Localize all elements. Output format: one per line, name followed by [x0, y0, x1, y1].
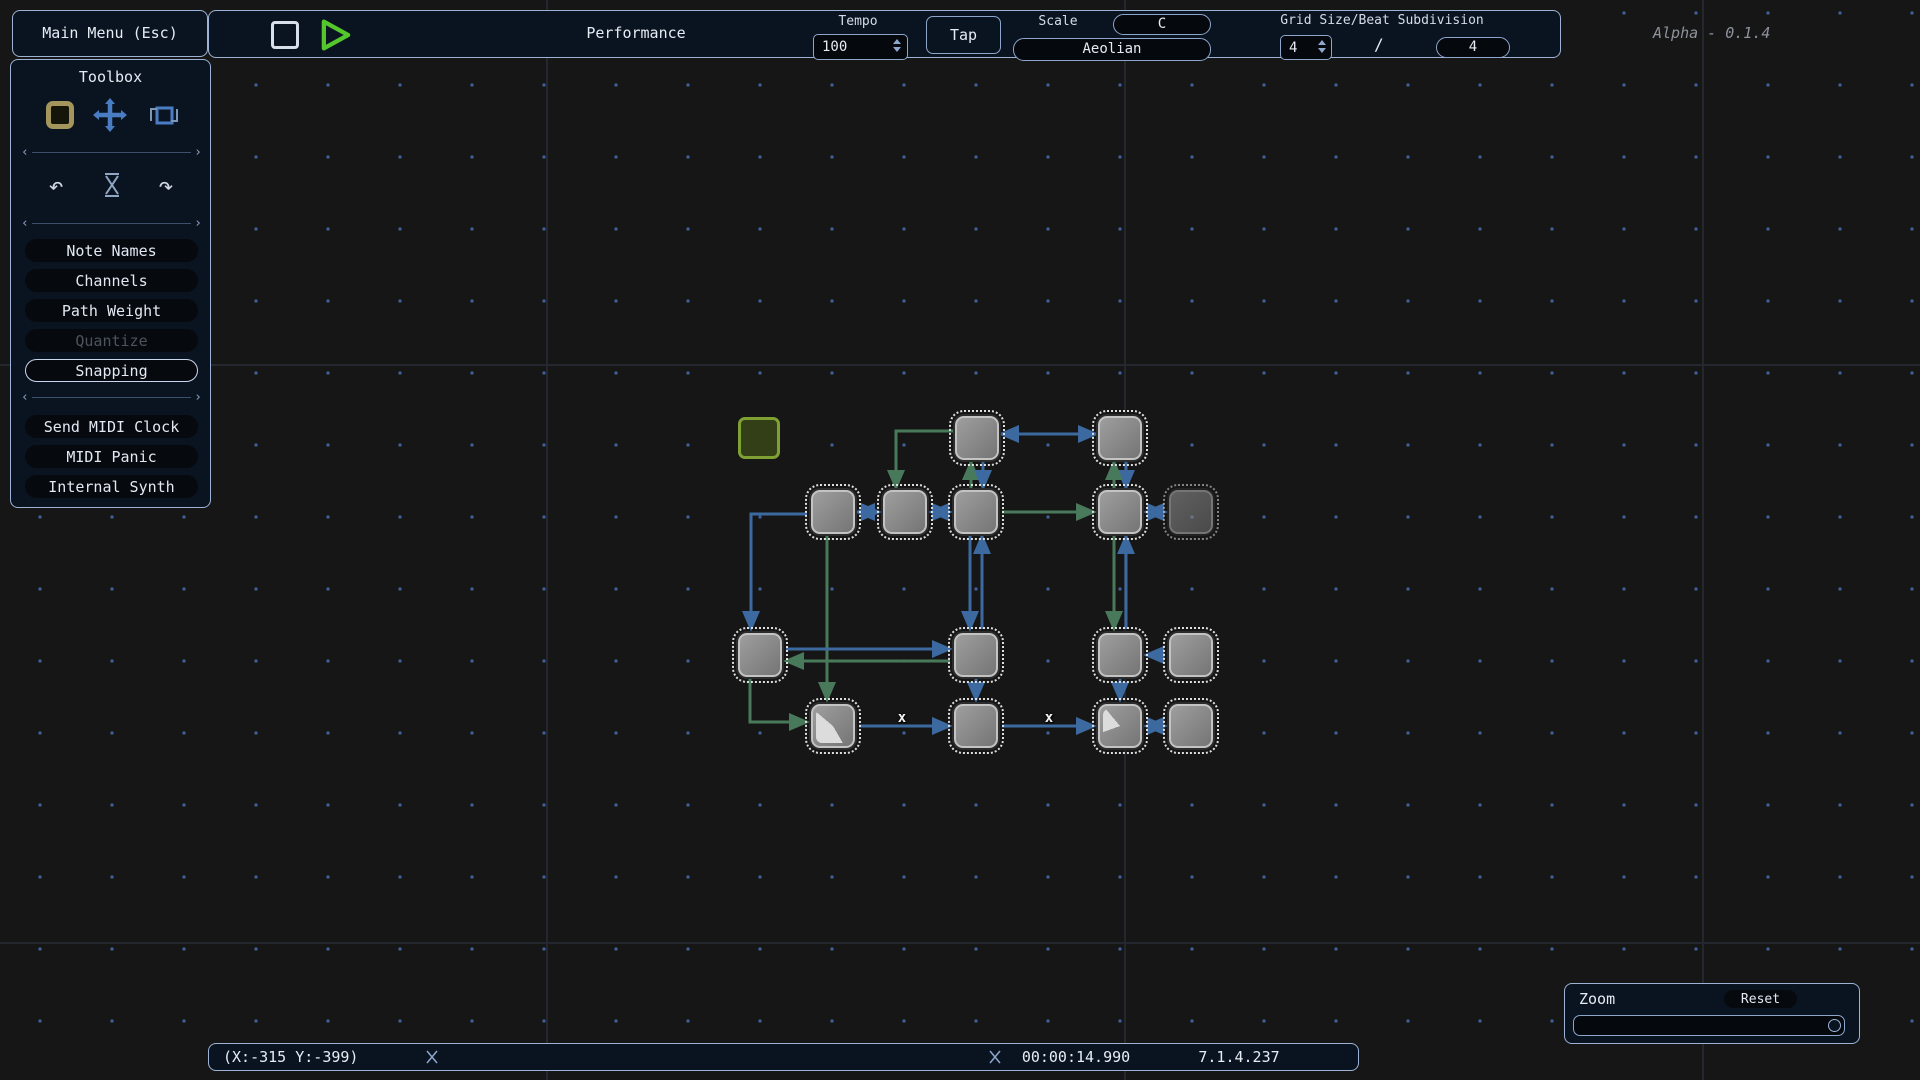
tempo-spinner-up-icon[interactable]: [893, 39, 901, 44]
toolbox-divider[interactable]: ‹ ›: [21, 146, 202, 158]
cursor-coordinates: (X:-315 Y:-399): [223, 1048, 358, 1066]
undo-icon[interactable]: ↶: [38, 167, 74, 203]
toggle-channels[interactable]: Channels: [25, 269, 198, 292]
toggle-note-names[interactable]: Note Names: [25, 239, 198, 262]
status-bar: (X:-315 Y:-399) 00:00:14.990 7.1.4.237: [208, 1043, 1359, 1071]
toolbox-divider[interactable]: ‹ ›: [21, 391, 202, 403]
divider-line: [32, 397, 191, 398]
redo-icon[interactable]: ↷: [148, 167, 184, 203]
main-menu-button[interactable]: Main Menu (Esc): [12, 10, 208, 57]
grid-spinner-down-icon[interactable]: [1318, 48, 1326, 53]
split-icon[interactable]: [94, 167, 130, 203]
split-glyph: [100, 171, 124, 199]
redo-glyph: ↷: [158, 173, 173, 198]
tempo-label: Tempo: [818, 14, 898, 29]
divider-right-chevron-icon: ›: [194, 390, 202, 405]
edge-repeat-label: x: [1045, 710, 1053, 726]
tempo-spinner[interactable]: [893, 39, 901, 52]
toggle-snapping[interactable]: Snapping: [25, 359, 198, 382]
scale-mode-select[interactable]: Aeolian: [1013, 38, 1211, 61]
send-midi-clock-button[interactable]: Send MIDI Clock: [25, 415, 198, 438]
mode-label: Performance: [561, 24, 711, 42]
zoom-label: Zoom: [1579, 990, 1615, 1008]
divider-line: [32, 152, 191, 153]
transform-tool-glyph: [147, 98, 181, 132]
grid-size-label: Grid Size/Beat Subdivision: [1252, 13, 1512, 28]
zoom-slider[interactable]: [1573, 1015, 1845, 1036]
zoom-reset-button[interactable]: Reset: [1724, 990, 1797, 1008]
play-button[interactable]: [319, 18, 353, 52]
scale-label: Scale: [1018, 14, 1098, 29]
zoom-panel: Zoom Reset: [1564, 983, 1860, 1044]
divider-right-chevron-icon: ›: [194, 145, 202, 160]
toolbox-title: Toolbox: [11, 68, 210, 86]
grid-separator: /: [1374, 35, 1384, 54]
toolbox-divider[interactable]: ‹ ›: [21, 217, 202, 229]
stop-button[interactable]: [271, 21, 299, 49]
midi-panic-button[interactable]: MIDI Panic: [25, 445, 198, 468]
tap-tempo-button[interactable]: Tap: [926, 16, 1001, 54]
square-node-tool-glyph: [46, 101, 74, 129]
internal-synth-button[interactable]: Internal Synth: [25, 475, 198, 498]
main-menu-label: Main Menu (Esc): [42, 24, 177, 42]
zoom-slider-handle[interactable]: [1828, 1019, 1841, 1032]
playback-position: 7.1.4.237: [1184, 1048, 1294, 1066]
grid-size-spinner[interactable]: [1318, 40, 1326, 53]
toolbox-panel: Toolbox ‹ › ↶ ↷ ‹ › Note Names Channels: [10, 59, 211, 508]
grid-spinner-up-icon[interactable]: [1318, 40, 1326, 45]
divider-right-chevron-icon: ›: [194, 216, 202, 231]
edge-repeat-label: x: [898, 710, 906, 726]
transport-bar: Performance Tempo Tap Scale C Aeolian Gr…: [208, 10, 1561, 58]
divider-left-chevron-icon: ‹: [21, 390, 29, 405]
edge-label-layer: xx: [0, 0, 1920, 1080]
divider-line: [32, 223, 191, 224]
scale-root-select[interactable]: C: [1113, 14, 1211, 35]
version-label: Alpha - 0.1.4: [1653, 24, 1833, 42]
node-canvas[interactable]: xx: [0, 0, 1920, 1080]
toggle-path-weight[interactable]: Path Weight: [25, 299, 198, 322]
playback-time: 00:00:14.990: [1006, 1048, 1146, 1066]
segment-divider-icon: [426, 1049, 438, 1065]
tempo-spinner-down-icon[interactable]: [893, 47, 901, 52]
toggle-quantize[interactable]: Quantize: [25, 329, 198, 352]
move-tool-glyph: [93, 98, 127, 132]
divider-left-chevron-icon: ‹: [21, 216, 29, 231]
transform-tool-icon[interactable]: [146, 97, 182, 133]
undo-glyph: ↶: [48, 173, 63, 198]
square-node-tool-icon[interactable]: [42, 97, 78, 133]
move-tool-icon[interactable]: [92, 97, 128, 133]
beat-subdivision-input[interactable]: 4: [1436, 37, 1510, 58]
divider-left-chevron-icon: ‹: [21, 145, 29, 160]
segment-divider-icon: [989, 1049, 1001, 1065]
